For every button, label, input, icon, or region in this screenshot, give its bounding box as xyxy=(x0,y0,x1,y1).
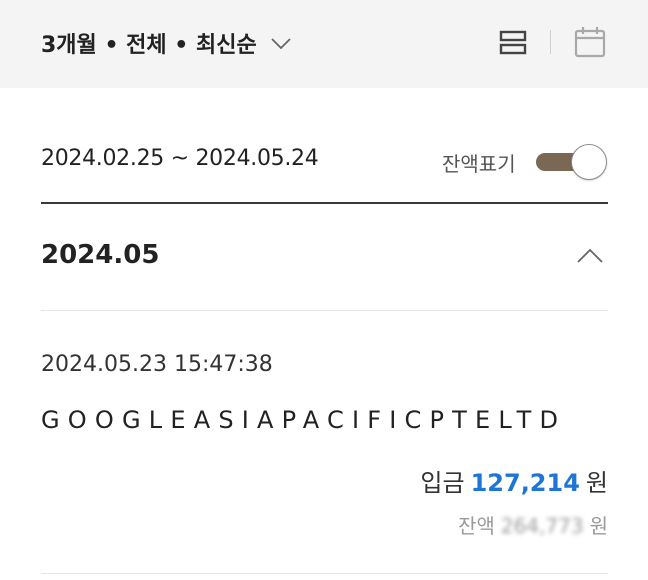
chevron-down-icon xyxy=(271,31,291,56)
month-divider xyxy=(41,310,608,311)
section-divider xyxy=(41,202,608,204)
balance-value: 264,773 xyxy=(500,514,584,538)
transaction-type: 입금 xyxy=(420,469,465,497)
balance-toggle[interactable] xyxy=(536,144,608,180)
amount-value: 127,214 xyxy=(470,469,580,497)
chevron-up-icon[interactable] xyxy=(576,246,604,266)
balance-toggle-label: 잔액표기 xyxy=(442,152,516,176)
filter-dropdown[interactable]: 3개월 • 전체 • 최신순 xyxy=(41,26,291,60)
toggle-knob xyxy=(571,144,607,180)
amount-currency: 원 xyxy=(585,469,608,497)
filter-label: 3개월 • 전체 • 최신순 xyxy=(41,33,257,58)
date-range: 2024.02.25 ~ 2024.05.24 xyxy=(41,146,319,171)
calendar-icon[interactable] xyxy=(572,24,608,60)
toolbar-separator xyxy=(550,30,551,54)
list-view-icon[interactable] xyxy=(498,28,530,58)
transaction-divider xyxy=(41,573,608,574)
balance-label: 잔액 xyxy=(458,514,495,538)
balance-currency: 원 xyxy=(589,514,608,538)
transaction-datetime: 2024.05.23 15:47:38 xyxy=(41,352,273,377)
transaction-description: GOOGLEASIAPACIFICPTELTD xyxy=(41,406,567,434)
month-header: 2024.05 xyxy=(41,240,160,270)
transaction-amount: 입금 127,214 원 xyxy=(420,463,608,498)
top-filter-bar: 3개월 • 전체 • 최신순 xyxy=(0,0,648,88)
transaction-balance: 잔액 264,773 원 xyxy=(458,510,608,539)
